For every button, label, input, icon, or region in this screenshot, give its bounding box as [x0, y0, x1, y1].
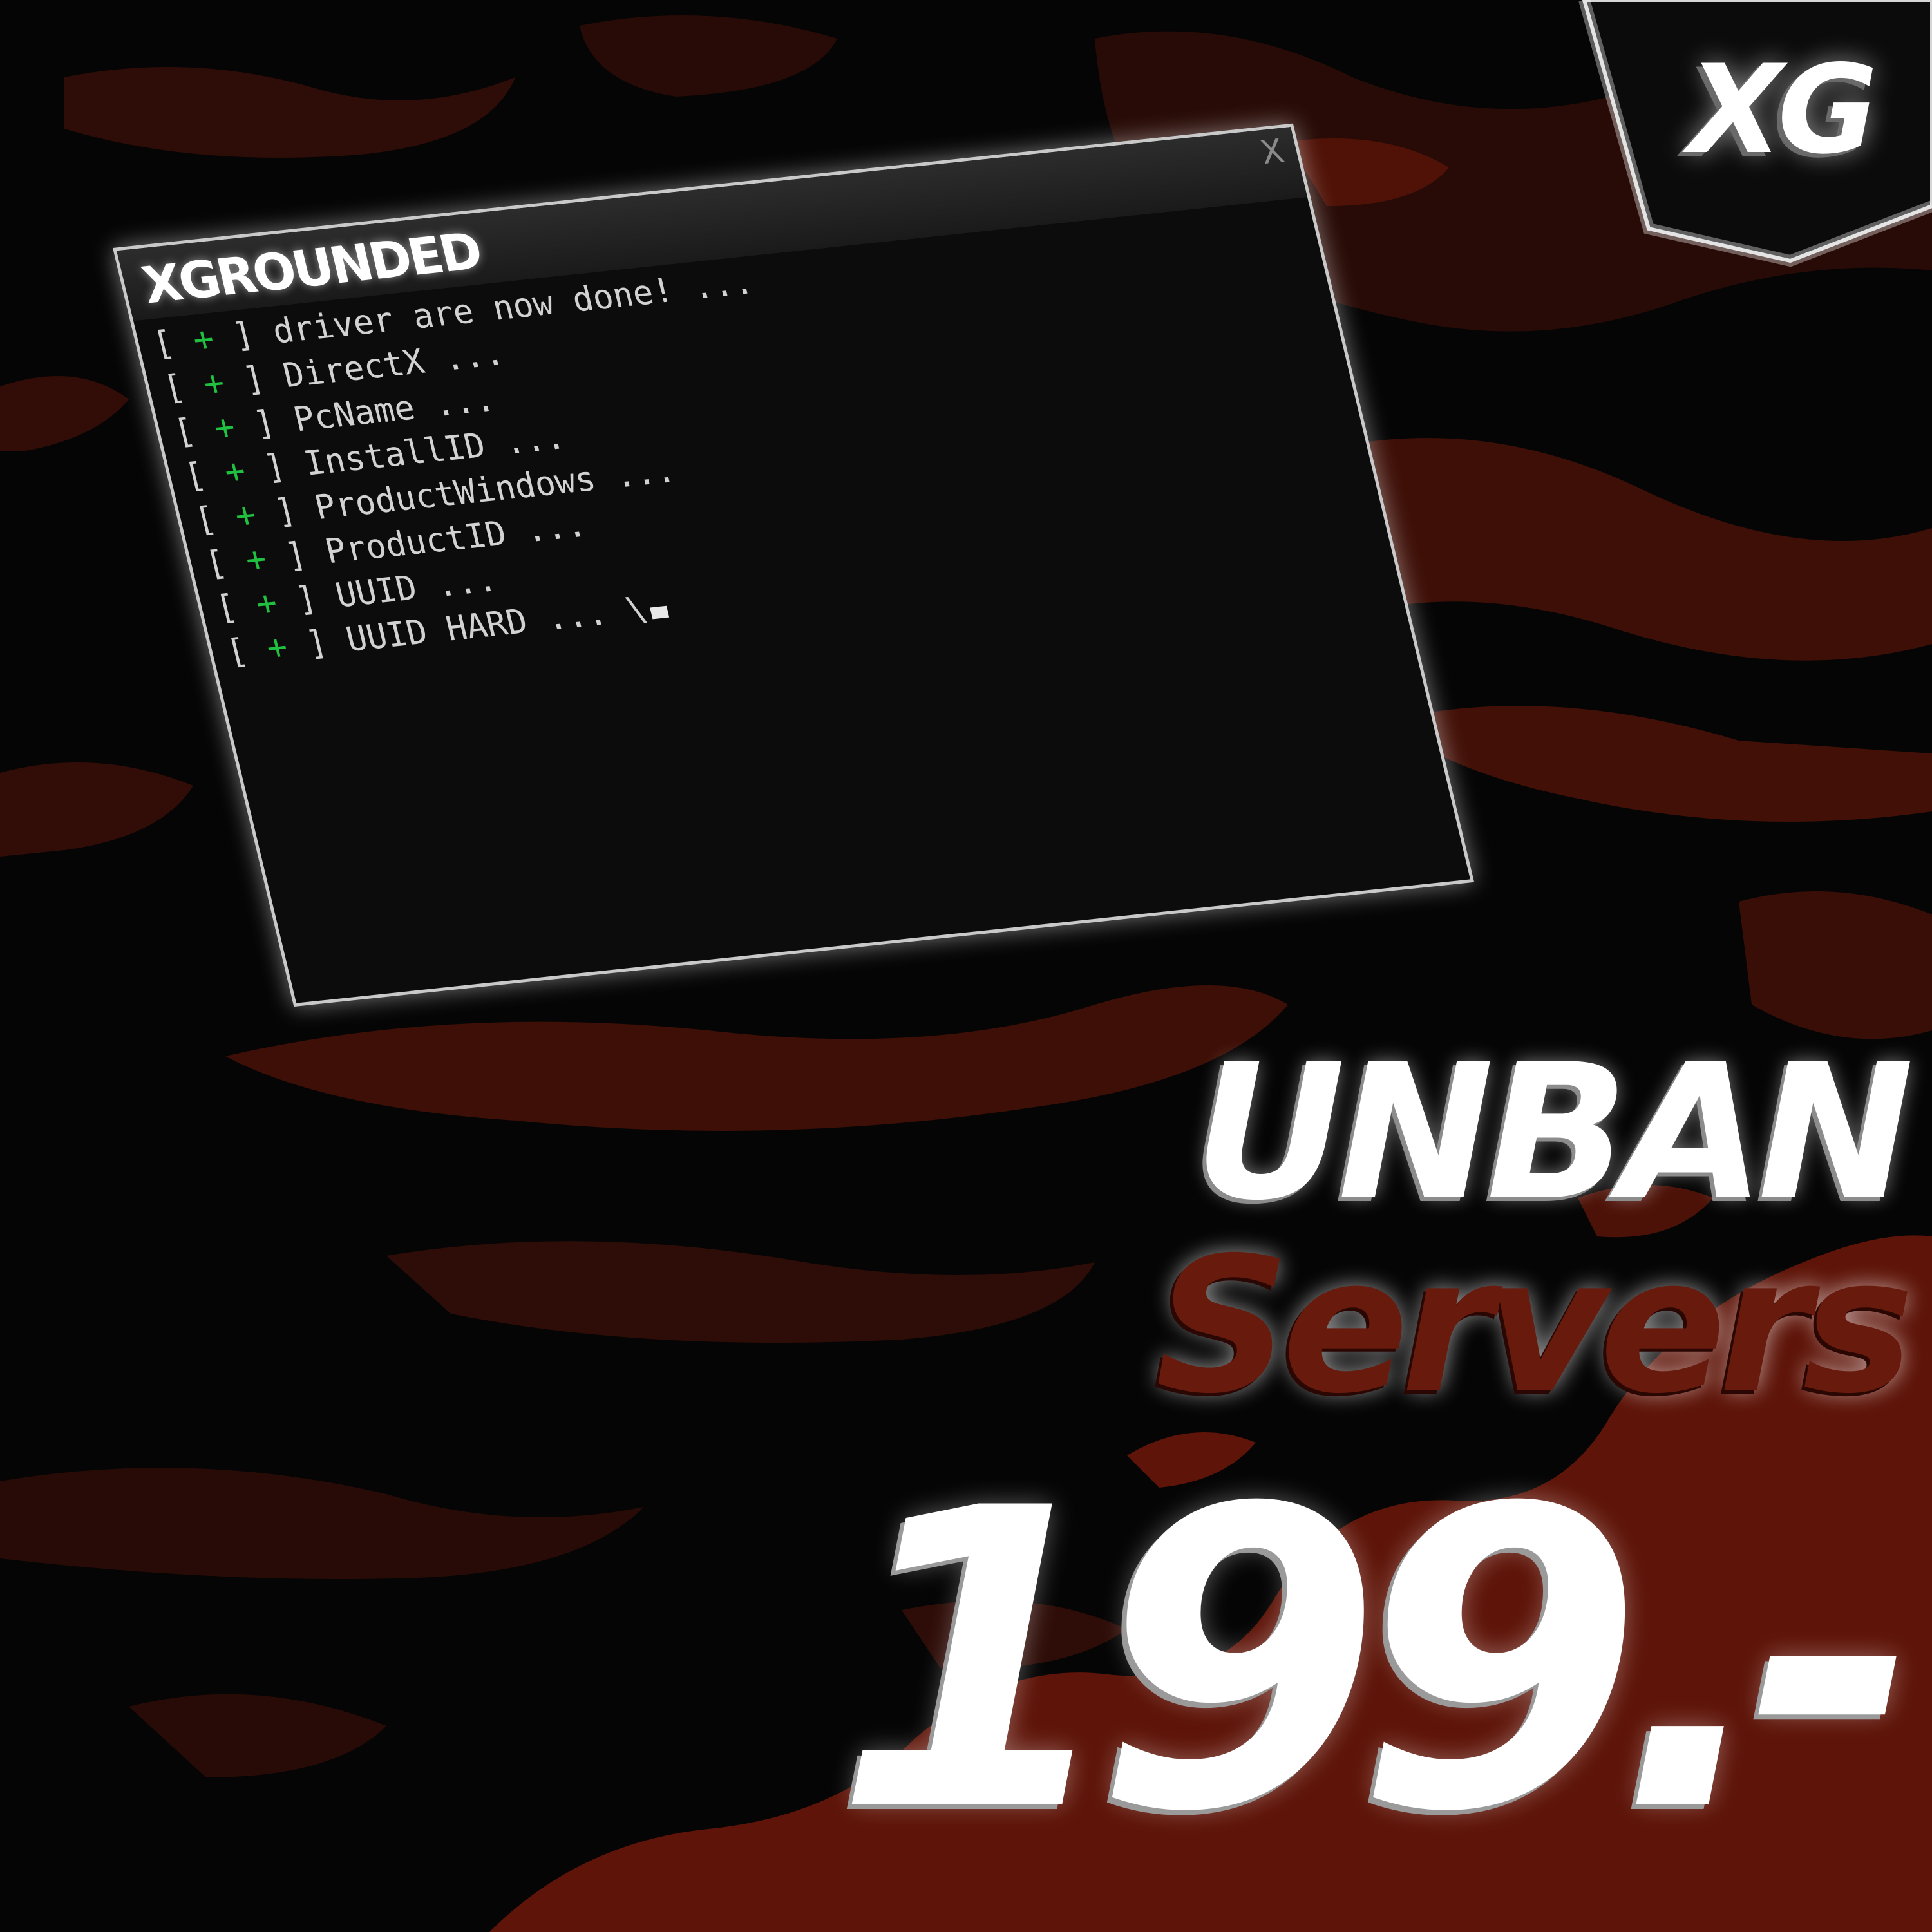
price-tag: 199.-	[834, 1421, 1919, 1901]
promo-subheadline: Servers	[1155, 1218, 1914, 1435]
promo-headline: UNBAN	[1193, 1025, 1914, 1242]
close-icon[interactable]: X	[1257, 132, 1288, 171]
brand-logo-text: XG	[1688, 39, 1878, 181]
terminal-window[interactable]: XGROUNDED X [ + ] driver are now done! .…	[113, 123, 1475, 1007]
text-cursor-icon	[650, 605, 670, 620]
